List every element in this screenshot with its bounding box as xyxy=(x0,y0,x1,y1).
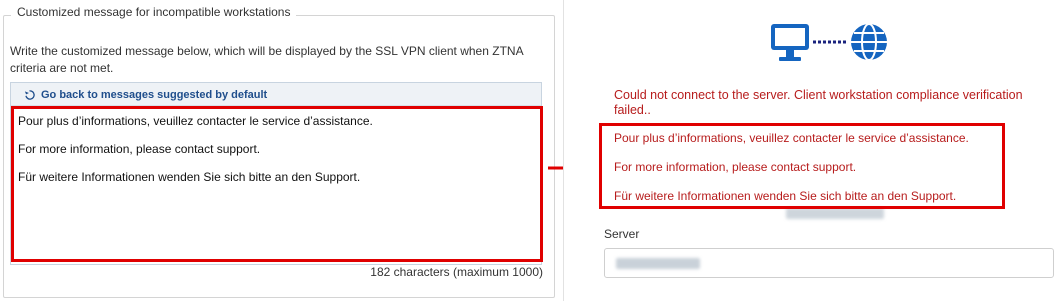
reset-default-messages-link[interactable]: Go back to messages suggested by default xyxy=(24,89,267,101)
connection-error-message: Could not connect to the server. Client … xyxy=(614,88,1023,117)
highlight-box-editor xyxy=(11,106,543,262)
connection-illustration xyxy=(771,23,887,61)
character-counter: 182 characters (maximum 1000) xyxy=(370,265,543,279)
monitor-icon xyxy=(771,24,809,61)
description-text: Write the customized message below, whic… xyxy=(10,44,523,75)
undo-icon xyxy=(24,90,35,100)
reset-link-label: Go back to messages suggested by default xyxy=(41,89,268,101)
blurred-text xyxy=(786,208,884,219)
fieldset-legend: Customized message for incompatible work… xyxy=(11,5,297,19)
editor-toolbar: Go back to messages suggested by default xyxy=(11,83,541,106)
server-input[interactable] xyxy=(604,248,1054,278)
globe-icon xyxy=(851,23,887,61)
server-input-value xyxy=(616,258,700,269)
highlight-box-preview xyxy=(599,123,1005,209)
server-label: Server xyxy=(604,227,640,241)
